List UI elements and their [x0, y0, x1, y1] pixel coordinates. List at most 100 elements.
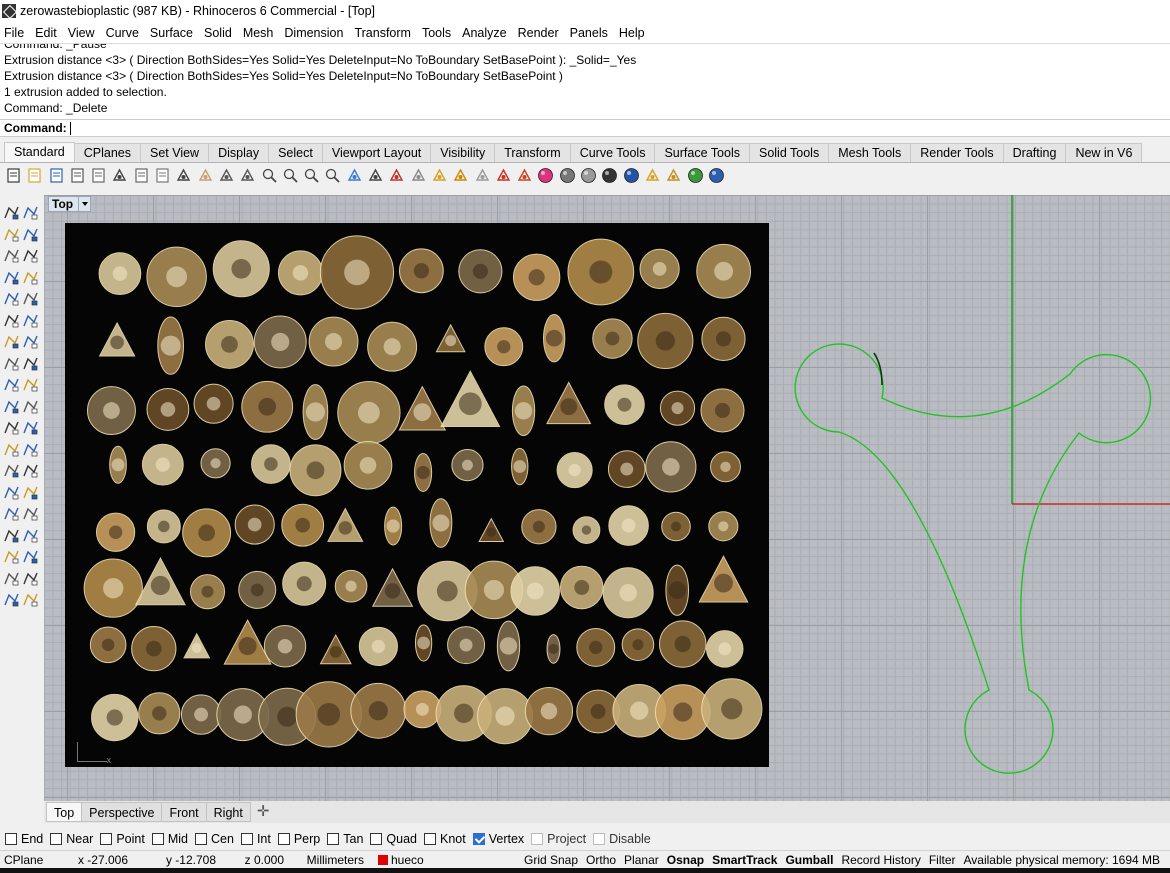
status-grid-snap[interactable]: Grid Snap: [520, 853, 582, 867]
join-icon[interactable]: [22, 419, 39, 436]
status-osnap[interactable]: Osnap: [663, 853, 708, 867]
scale-icon[interactable]: [3, 570, 20, 587]
open-file-icon[interactable]: [26, 167, 43, 184]
loft-icon[interactable]: [22, 355, 39, 372]
group-icon[interactable]: [3, 441, 20, 458]
bend-icon[interactable]: [3, 462, 20, 479]
array-icon[interactable]: [22, 505, 39, 522]
osnap-perp[interactable]: Perp: [277, 832, 320, 846]
status-smarttrack[interactable]: SmartTrack: [708, 853, 781, 867]
status-planar[interactable]: Planar: [620, 853, 663, 867]
shaded-sphere-icon[interactable]: [580, 167, 597, 184]
save-icon[interactable]: [48, 167, 65, 184]
tab-transform[interactable]: Transform: [494, 143, 571, 162]
osnap-checkbox[interactable]: [195, 833, 207, 845]
boolean-icon[interactable]: [3, 376, 20, 393]
tri-lobe-curve[interactable]: [794, 343, 1152, 774]
new-file-icon[interactable]: [5, 167, 22, 184]
analyze-curvature-icon[interactable]: [22, 527, 39, 544]
osnap-vertex[interactable]: Vertex: [472, 832, 524, 846]
tab-mesh-tools[interactable]: Mesh Tools: [828, 143, 912, 162]
tab-display[interactable]: Display: [208, 143, 270, 162]
osnap-checkbox[interactable]: [240, 833, 253, 845]
menu-solid[interactable]: Solid: [200, 26, 239, 40]
status-ortho[interactable]: Ortho: [582, 853, 620, 867]
top-viewport[interactable]: x Top: [44, 195, 1170, 801]
osnap-checkbox[interactable]: [531, 833, 544, 845]
rotate-view-icon[interactable]: [239, 167, 256, 184]
tab-standard[interactable]: Standard: [4, 142, 75, 162]
revolve-icon[interactable]: [22, 312, 39, 329]
plugin-globe-icon[interactable]: [687, 167, 704, 184]
toggle-points-icon[interactable]: [495, 167, 512, 184]
array-grid-icon[interactable]: [22, 548, 39, 565]
menu-file[interactable]: File: [0, 26, 31, 40]
mesh-icon[interactable]: [3, 527, 20, 544]
move-icon[interactable]: [3, 398, 20, 415]
ungroup-icon[interactable]: [22, 441, 39, 458]
tab-new-in-v6[interactable]: New in V6: [1065, 143, 1143, 162]
viewport-menu-chevron-down-icon[interactable]: [78, 197, 90, 211]
help-icon[interactable]: [708, 167, 725, 184]
material-icon[interactable]: [537, 167, 554, 184]
menu-surface[interactable]: Surface: [146, 26, 200, 40]
select-arrow-icon[interactable]: [3, 204, 20, 221]
cplane-icon[interactable]: [431, 167, 448, 184]
surface-icon[interactable]: [3, 312, 20, 329]
layer-icon[interactable]: [516, 167, 533, 184]
osnap-checkbox[interactable]: [327, 833, 340, 845]
cylinder-icon[interactable]: [22, 333, 39, 350]
osnap-int[interactable]: Int: [240, 832, 271, 846]
undo-view-icon[interactable]: [346, 167, 363, 184]
menu-dimension[interactable]: Dimension: [280, 26, 350, 40]
vp-tab-front[interactable]: Front: [161, 802, 207, 822]
vp-tab-perspective[interactable]: Perspective: [81, 802, 163, 822]
osnap-checkbox[interactable]: [593, 833, 606, 845]
osnap-knot[interactable]: Knot: [424, 832, 466, 846]
osnap-quad[interactable]: Quad: [370, 832, 417, 846]
curve-icon[interactable]: [22, 226, 39, 243]
osnap-checkbox[interactable]: [100, 833, 113, 845]
osnap-disable[interactable]: Disable: [593, 832, 651, 846]
polygon-icon[interactable]: [3, 269, 20, 286]
tab-viewport-layout[interactable]: Viewport Layout: [321, 143, 432, 162]
options-gear-icon[interactable]: [665, 167, 682, 184]
osnap-checkbox[interactable]: [424, 833, 436, 845]
layer-icon[interactable]: [3, 591, 20, 608]
import-icon[interactable]: [90, 167, 107, 184]
light-icon[interactable]: [22, 591, 39, 608]
viewport-title[interactable]: Top: [48, 196, 92, 212]
osnap-project[interactable]: Project: [531, 832, 586, 846]
tab-drafting[interactable]: Drafting: [1002, 143, 1067, 162]
pan-arrows-icon[interactable]: [452, 167, 469, 184]
tab-curve-tools[interactable]: Curve Tools: [569, 143, 656, 162]
menu-help[interactable]: Help: [615, 26, 652, 40]
menu-render[interactable]: Render: [514, 26, 566, 40]
menu-mesh[interactable]: Mesh: [239, 26, 281, 40]
command-history[interactable]: Command: _Pause Extrusion distance <3> (…: [0, 43, 1170, 119]
osnap-end[interactable]: End: [5, 832, 43, 846]
tab-select[interactable]: Select: [268, 143, 323, 162]
tab-surface-tools[interactable]: Surface Tools: [654, 143, 750, 162]
status-layer[interactable]: hueco: [368, 853, 520, 867]
polar-array-icon[interactable]: [3, 548, 20, 565]
tab-cplanes[interactable]: CPlanes: [73, 143, 141, 162]
zoom-extents-icon[interactable]: [303, 167, 320, 184]
twist-icon[interactable]: [22, 462, 39, 479]
move-view-icon[interactable]: [218, 167, 235, 184]
menu-curve[interactable]: Curve: [102, 26, 146, 40]
box-icon[interactable]: [3, 333, 20, 350]
status-record-history[interactable]: Record History: [837, 853, 924, 867]
render-sphere-icon[interactable]: [623, 167, 640, 184]
car-icon[interactable]: [388, 167, 405, 184]
vp-tab-right[interactable]: Right: [205, 802, 251, 822]
cut-icon[interactable]: [111, 167, 128, 184]
osnap-checkbox[interactable]: [151, 833, 164, 845]
osnap-checkbox[interactable]: [472, 833, 485, 845]
rendered-sphere-icon[interactable]: [559, 167, 576, 184]
osnap-cen[interactable]: Cen: [195, 832, 234, 846]
print-icon[interactable]: [69, 167, 86, 184]
circle-icon[interactable]: [3, 247, 20, 264]
zoom-dynamic-icon[interactable]: [261, 167, 278, 184]
command-line[interactable]: Command:: [0, 119, 1170, 137]
